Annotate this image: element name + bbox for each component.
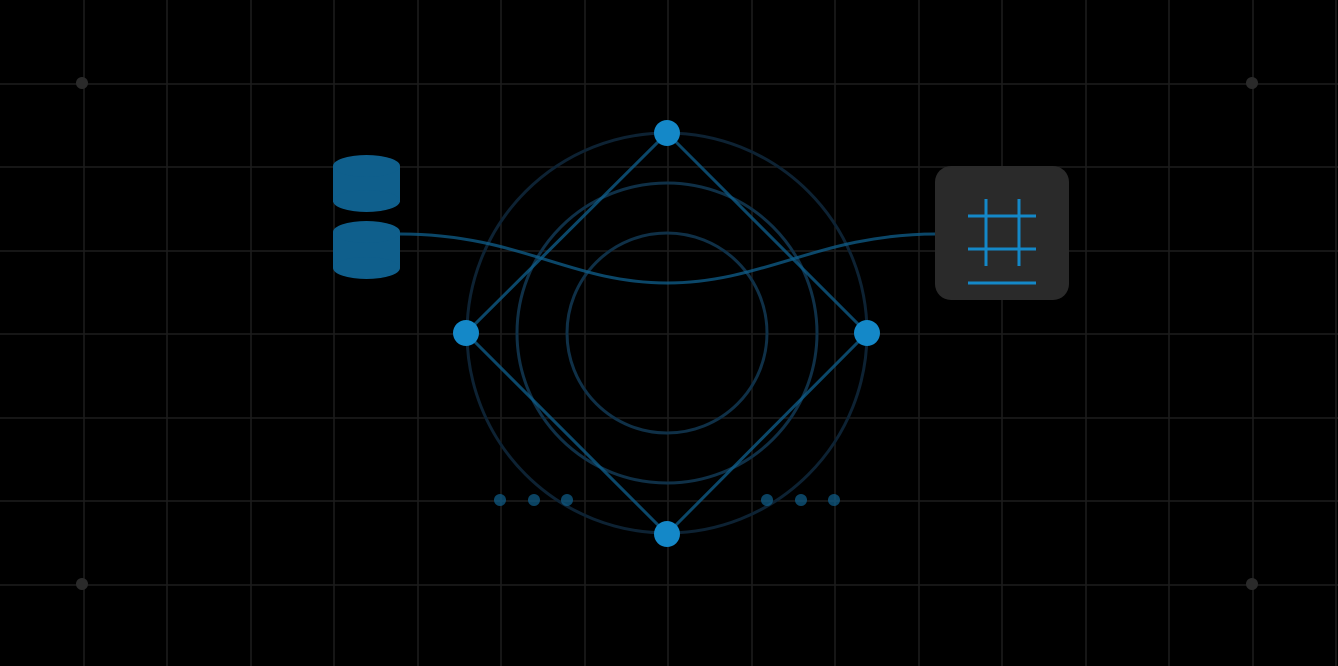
grid-dot bbox=[1246, 77, 1258, 89]
middle-ring bbox=[515, 181, 819, 485]
node-right bbox=[854, 320, 880, 346]
ellipsis-dot bbox=[494, 494, 506, 506]
ellipsis-dot bbox=[795, 494, 807, 506]
grid-dot bbox=[76, 77, 88, 89]
database-disk-bottom bbox=[333, 221, 400, 279]
grid-dot bbox=[1246, 578, 1258, 590]
node-top bbox=[654, 120, 680, 146]
grid-dot bbox=[76, 578, 88, 590]
node-bottom bbox=[654, 521, 680, 547]
network-diagram bbox=[0, 0, 1338, 666]
database-icon bbox=[333, 155, 400, 279]
database-disk-top bbox=[333, 155, 400, 212]
ellipsis-dot bbox=[528, 494, 540, 506]
background-grid bbox=[0, 0, 1338, 666]
ellipsis-dot bbox=[561, 494, 573, 506]
ellipsis-dot bbox=[828, 494, 840, 506]
node-left bbox=[453, 320, 479, 346]
inner-ring bbox=[565, 231, 769, 435]
tile-background bbox=[935, 166, 1069, 300]
table-tile bbox=[935, 166, 1069, 300]
concentric-rings bbox=[465, 131, 869, 535]
ellipsis-dot bbox=[761, 494, 773, 506]
outer-ring bbox=[465, 131, 869, 535]
